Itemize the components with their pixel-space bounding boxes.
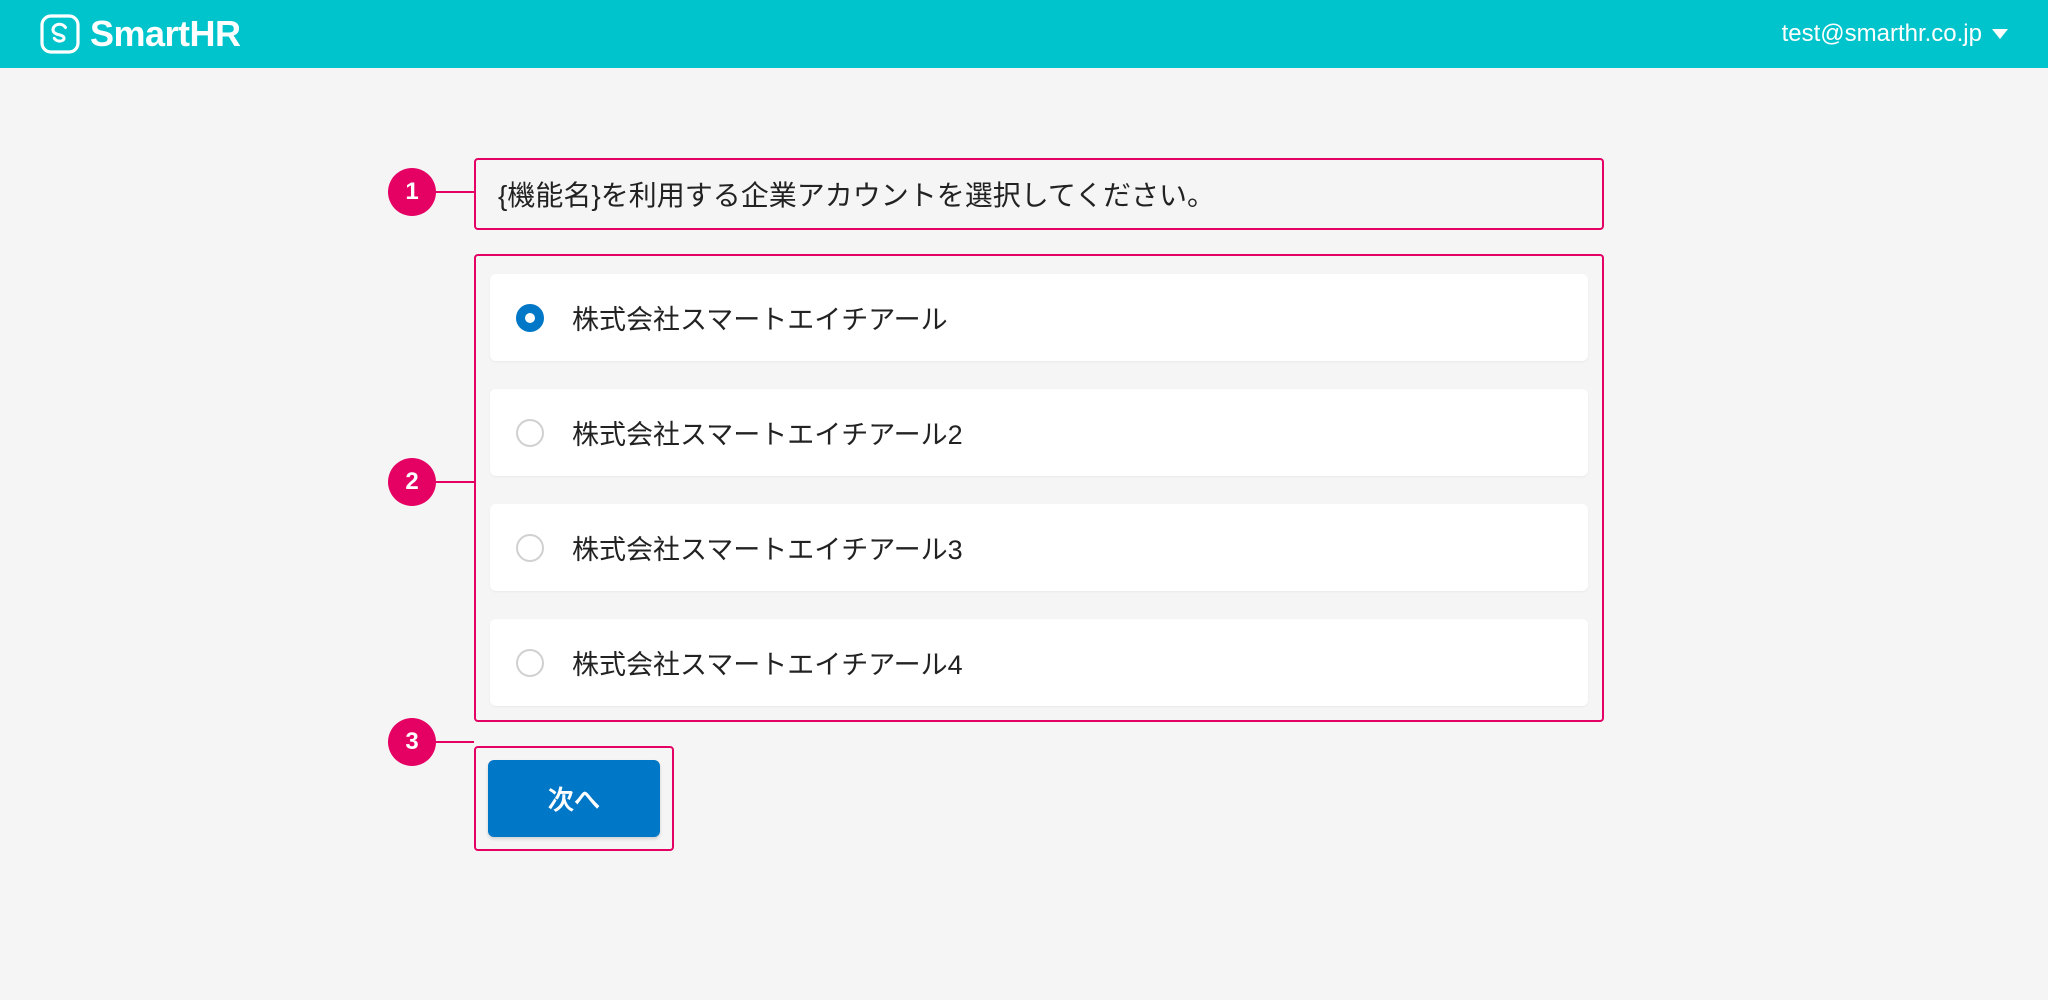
account-options: 株式会社スマートエイチアール 株式会社スマートエイチアール2 株式会社スマートエ… <box>474 254 1604 722</box>
annotation-connector <box>436 741 474 743</box>
account-option[interactable]: 株式会社スマートエイチアール4 <box>490 619 1588 706</box>
account-option[interactable]: 株式会社スマートエイチアール <box>490 274 1588 361</box>
annotation-connector <box>436 481 474 483</box>
account-option-label: 株式会社スマートエイチアール4 <box>572 643 963 682</box>
account-option[interactable]: 株式会社スマートエイチアール2 <box>490 389 1588 476</box>
main-content: 1 2 3 {機能名}を利用する企業アカウントを選択してください。 株式会社スマ… <box>374 68 1674 851</box>
brand-name: SmartHR <box>90 13 241 55</box>
brand-logo[interactable]: SmartHR <box>40 13 241 55</box>
brand-logo-icon <box>40 14 80 54</box>
chevron-down-icon <box>1992 29 2008 39</box>
annotation-3: 3 <box>388 718 474 766</box>
user-menu[interactable]: test@smarthr.co.jp <box>1782 20 2008 48</box>
radio-icon <box>516 534 544 562</box>
account-option-label: 株式会社スマートエイチアール2 <box>572 413 963 452</box>
annotation-badge: 3 <box>388 718 436 766</box>
annotation-badge: 1 <box>388 168 436 216</box>
annotation-1: 1 <box>388 168 474 216</box>
instruction-text: {機能名}を利用する企業アカウントを選択してください。 <box>498 174 1580 214</box>
radio-icon <box>516 649 544 677</box>
annotation-connector <box>436 191 474 193</box>
next-button-container: 次へ <box>474 746 674 851</box>
app-header: SmartHR test@smarthr.co.jp <box>0 0 2048 68</box>
user-email: test@smarthr.co.jp <box>1782 20 1982 48</box>
radio-icon <box>516 419 544 447</box>
account-option-label: 株式会社スマートエイチアール3 <box>572 528 963 567</box>
next-button[interactable]: 次へ <box>488 760 660 837</box>
account-option[interactable]: 株式会社スマートエイチアール3 <box>490 504 1588 591</box>
instruction-container: {機能名}を利用する企業アカウントを選択してください。 <box>474 158 1604 230</box>
radio-icon <box>516 304 544 332</box>
annotation-2: 2 <box>388 458 474 506</box>
account-option-label: 株式会社スマートエイチアール <box>572 298 948 337</box>
annotation-badge: 2 <box>388 458 436 506</box>
